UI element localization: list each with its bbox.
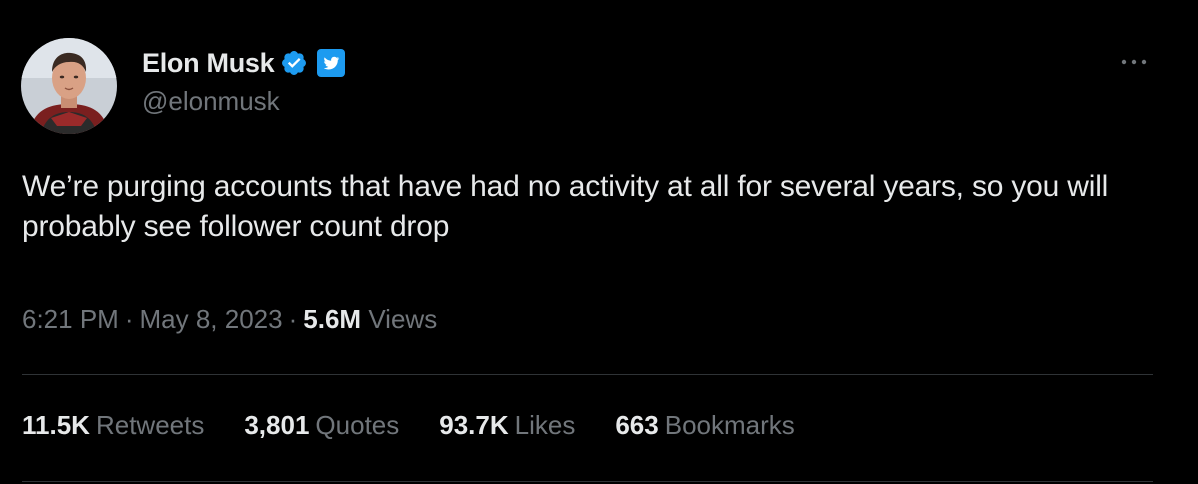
bookmarks-stat[interactable]: 663 Bookmarks [615, 410, 794, 441]
bookmarks-label: Bookmarks [664, 410, 795, 440]
tweet-meta: 6:21 PM · May 8, 2023 · 5.6M Views [22, 304, 437, 335]
likes-stat[interactable]: 93.7K Likes [439, 410, 575, 441]
divider [22, 481, 1153, 482]
author-display-name[interactable]: Elon Musk [142, 48, 275, 79]
avatar[interactable] [21, 38, 117, 134]
retweets-label: Retweets [95, 410, 205, 440]
views-label: Views [368, 304, 438, 334]
tweet-time[interactable]: 6:21 PM [22, 304, 119, 334]
twitter-bird-icon[interactable] [316, 48, 346, 78]
author-handle[interactable]: @elonmusk [142, 86, 280, 117]
retweets-count: 11.5K [22, 410, 90, 440]
tweet-text: We’re purging accounts that have had no … [22, 170, 1109, 243]
likes-label: Likes [514, 410, 576, 440]
more-options-icon[interactable] [1118, 50, 1150, 74]
retweets-stat[interactable]: 11.5K Retweets [22, 410, 204, 441]
likes-count: 93.7K [439, 410, 509, 440]
quotes-stat[interactable]: 3,801 Quotes [244, 410, 399, 441]
meta-separator: · [288, 304, 298, 334]
bookmarks-count: 663 [615, 410, 659, 440]
divider [22, 374, 1153, 375]
meta-separator: · [124, 304, 134, 334]
tweet-date[interactable]: May 8, 2023 [140, 304, 283, 334]
engagement-stats: 11.5K Retweets 3,801 Quotes 93.7K Likes 663… [22, 410, 835, 441]
quotes-label: Quotes [315, 410, 400, 440]
views-count: 5.6M [303, 304, 362, 334]
quotes-count: 3,801 [244, 410, 310, 440]
verified-badge-icon[interactable] [280, 49, 308, 77]
author-name-row: Elon Musk [142, 44, 346, 82]
